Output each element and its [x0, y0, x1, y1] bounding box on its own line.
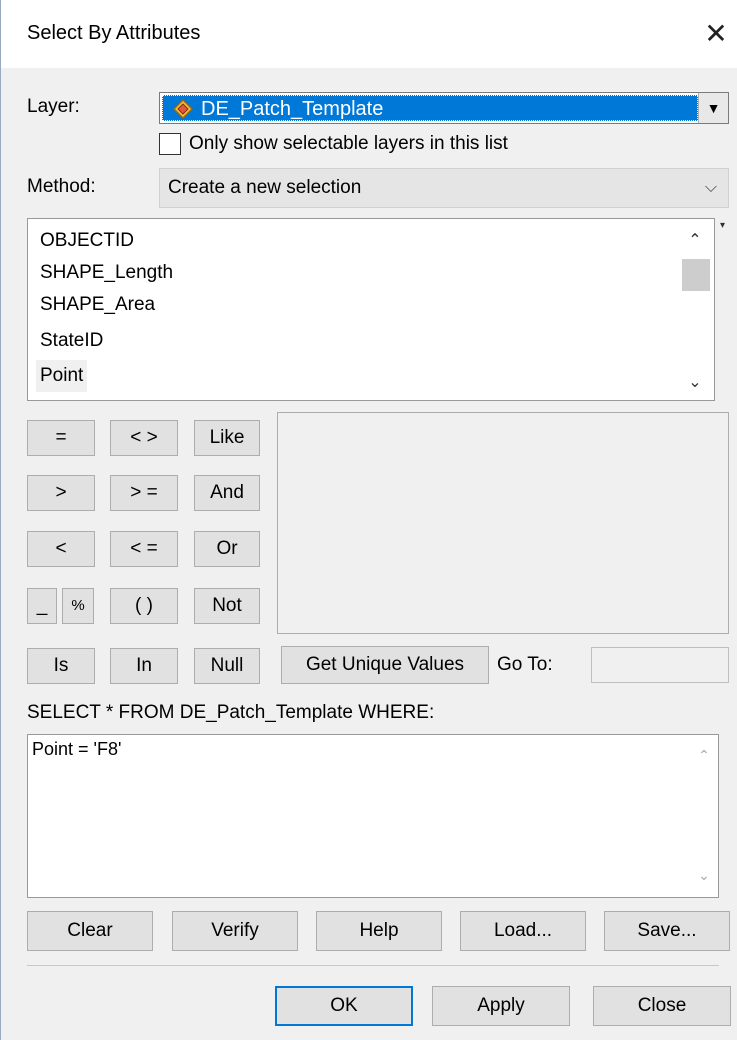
layer-name: DE_Patch_Template — [201, 98, 384, 120]
equals-button[interactable]: = — [27, 420, 95, 456]
underscore-button[interactable]: _ — [27, 588, 57, 624]
or-button[interactable]: Or — [194, 531, 260, 567]
field-item[interactable]: StateID — [40, 325, 103, 357]
scroll-down-icon[interactable]: ⌄ — [678, 369, 712, 397]
help-button[interactable]: Help — [316, 911, 442, 951]
not-equals-button[interactable]: < > — [110, 420, 178, 456]
is-button[interactable]: Is — [27, 648, 95, 684]
apply-button[interactable]: Apply — [432, 986, 570, 1026]
title-bar: Select By Attributes ✕ — [1, 0, 737, 68]
and-button[interactable]: And — [194, 475, 260, 511]
scroll-up-icon[interactable]: ⌃ — [678, 227, 712, 255]
scroll-up-icon[interactable]: ⌃ — [692, 747, 716, 764]
unique-values-list[interactable] — [277, 412, 729, 634]
field-item[interactable]: SHAPE_Length — [40, 257, 173, 289]
method-value: Create a new selection — [168, 177, 362, 198]
clear-button[interactable]: Clear — [27, 911, 153, 951]
dialog-title: Select By Attributes — [27, 22, 201, 44]
ok-button[interactable]: OK — [275, 986, 413, 1026]
parentheses-button[interactable]: ( ) — [110, 588, 178, 624]
not-button[interactable]: Not — [194, 588, 260, 624]
selectable-layers-checkbox[interactable] — [159, 133, 181, 155]
layer-label: Layer: — [27, 96, 80, 117]
null-button[interactable]: Null — [194, 648, 260, 684]
less-equal-button[interactable]: < = — [110, 531, 178, 567]
sql-expression-box[interactable]: Point = 'F8' ⌃ ⌄ — [27, 734, 719, 898]
goto-label: Go To: — [497, 654, 553, 675]
list-options-icon[interactable]: ▾ — [720, 220, 725, 231]
sql-expression-text[interactable]: Point = 'F8' — [32, 739, 121, 760]
select-by-attributes-dialog: Select By Attributes ✕ Layer: DE_Patch_T… — [0, 0, 737, 1040]
layer-dropdown[interactable]: DE_Patch_Template ▼ — [159, 92, 729, 124]
less-than-button[interactable]: < — [27, 531, 95, 567]
load-button[interactable]: Load... — [460, 911, 586, 951]
sql-prefix-label: SELECT * FROM DE_Patch_Template WHERE: — [27, 702, 435, 723]
scroll-down-icon[interactable]: ⌄ — [692, 867, 716, 884]
scroll-thumb[interactable] — [682, 259, 710, 291]
method-label: Method: — [27, 176, 96, 197]
greater-equal-button[interactable]: > = — [110, 475, 178, 511]
goto-input[interactable] — [591, 647, 729, 683]
close-button[interactable]: Close — [593, 986, 731, 1026]
field-item[interactable]: SHAPE_Area — [40, 289, 155, 321]
field-item[interactable]: OBJECTID — [40, 225, 134, 257]
get-unique-values-button[interactable]: Get Unique Values — [281, 646, 489, 684]
save-button[interactable]: Save... — [604, 911, 730, 951]
chevron-down-icon[interactable]: ▼ — [698, 93, 728, 123]
field-list-scrollbar[interactable]: ⌃ ⌄ — [678, 221, 712, 398]
close-icon[interactable]: ✕ — [701, 18, 731, 50]
feature-layer-icon — [172, 98, 194, 120]
percent-button[interactable]: % — [62, 588, 94, 624]
greater-than-button[interactable]: > — [27, 475, 95, 511]
field-list[interactable]: OBJECTID SHAPE_Length SHAPE_Area StateID… — [27, 218, 715, 401]
chevron-down-icon[interactable]: ⌵ — [696, 169, 726, 207]
field-item-selected[interactable]: Point — [36, 360, 88, 392]
method-dropdown[interactable]: Create a new selection ⌵ — [159, 168, 729, 208]
selectable-layers-label[interactable]: Only show selectable layers in this list — [189, 133, 508, 155]
footer-divider — [27, 965, 719, 966]
verify-button[interactable]: Verify — [172, 911, 298, 951]
layer-selected-value: DE_Patch_Template — [162, 95, 698, 121]
in-button[interactable]: In — [110, 648, 178, 684]
like-button[interactable]: Like — [194, 420, 260, 456]
